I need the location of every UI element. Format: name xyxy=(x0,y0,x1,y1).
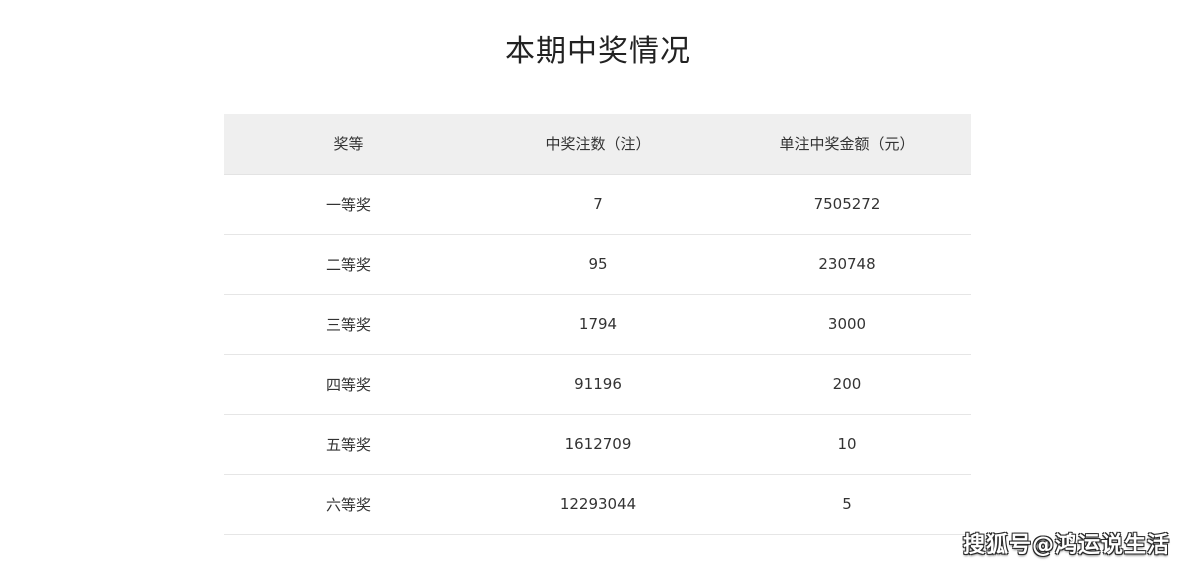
cell-prize-amount: 200 xyxy=(723,354,971,415)
cell-prize-level: 三等奖 xyxy=(224,294,473,355)
cell-winning-count: 1612709 xyxy=(473,414,723,475)
cell-prize-level: 一等奖 xyxy=(224,174,473,235)
cell-winning-count: 7 xyxy=(473,174,723,235)
table-row: 六等奖 12293044 5 xyxy=(224,474,971,535)
table-row: 三等奖 1794 3000 xyxy=(224,294,971,355)
header-prize-level: 奖等 xyxy=(224,114,473,175)
cell-winning-count: 12293044 xyxy=(473,474,723,535)
table-header-row: 奖等 中奖注数（注） 单注中奖金额（元） xyxy=(224,114,971,175)
cell-prize-level: 二等奖 xyxy=(224,234,473,295)
cell-prize-amount: 230748 xyxy=(723,234,971,295)
cell-prize-amount: 10 xyxy=(723,414,971,475)
cell-prize-level: 六等奖 xyxy=(224,474,473,535)
page-title: 本期中奖情况 xyxy=(505,34,691,69)
table-row: 二等奖 95 230748 xyxy=(224,234,971,295)
header-prize-amount: 单注中奖金额（元） xyxy=(723,114,971,175)
cell-prize-level: 五等奖 xyxy=(224,414,473,475)
cell-prize-level: 四等奖 xyxy=(224,354,473,415)
cell-prize-amount: 5 xyxy=(723,474,971,535)
table-row: 一等奖 7 7505272 xyxy=(224,174,971,235)
header-winning-count: 中奖注数（注） xyxy=(473,114,723,175)
table-row: 五等奖 1612709 10 xyxy=(224,414,971,475)
cell-winning-count: 95 xyxy=(473,234,723,295)
watermark: 搜狐号@鸿运说生活 xyxy=(962,533,1170,558)
cell-prize-amount: 3000 xyxy=(723,294,971,355)
prize-table: 奖等 中奖注数（注） 单注中奖金额（元） 一等奖 7 7505272 二等奖 9… xyxy=(224,114,971,535)
cell-prize-amount: 7505272 xyxy=(723,174,971,235)
table-row: 四等奖 91196 200 xyxy=(224,354,971,415)
cell-winning-count: 91196 xyxy=(473,354,723,415)
cell-winning-count: 1794 xyxy=(473,294,723,355)
